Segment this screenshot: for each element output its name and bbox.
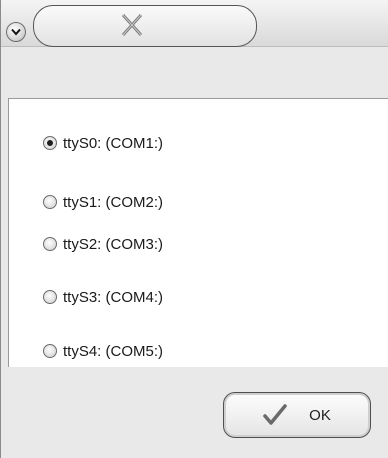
chevron-down-icon xyxy=(11,28,21,36)
port-label: ttyS2: (COM3:) xyxy=(63,235,164,253)
title-pill xyxy=(33,5,257,47)
port-option-ttyS3[interactable]: ttyS3: (COM4:) xyxy=(43,287,163,307)
checkmark-icon xyxy=(263,404,287,425)
title-bar xyxy=(1,0,388,47)
close-button[interactable] xyxy=(112,8,152,42)
port-option-ttyS1[interactable]: ttyS1: (COM2:) xyxy=(43,192,163,212)
window-menu-button[interactable] xyxy=(6,22,26,42)
port-label: ttyS4: (COM5:) xyxy=(63,342,164,360)
radio-button[interactable] xyxy=(43,136,57,150)
port-list-panel: ttyS0: (COM1:) ttyS1: (COM2:) ttyS2: (CO… xyxy=(8,98,388,367)
dialog-window: ttyS0: (COM1:) ttyS1: (COM2:) ttyS2: (CO… xyxy=(0,0,388,458)
port-option-ttyS2[interactable]: ttyS2: (COM3:) xyxy=(43,234,163,254)
radio-button[interactable] xyxy=(43,290,57,304)
port-option-ttyS0[interactable]: ttyS0: (COM1:) xyxy=(43,133,163,153)
port-option-ttyS4[interactable]: ttyS4: (COM5:) xyxy=(43,341,163,361)
ok-button-label: OK xyxy=(309,406,331,424)
port-label: ttyS1: (COM2:) xyxy=(63,193,164,211)
port-label: ttyS3: (COM4:) xyxy=(63,288,164,306)
ok-button[interactable]: OK xyxy=(223,392,371,438)
radio-button[interactable] xyxy=(43,237,57,251)
port-label: ttyS0: (COM1:) xyxy=(63,134,164,152)
radio-button[interactable] xyxy=(43,344,57,358)
close-icon xyxy=(121,13,143,37)
radio-button[interactable] xyxy=(43,195,57,209)
